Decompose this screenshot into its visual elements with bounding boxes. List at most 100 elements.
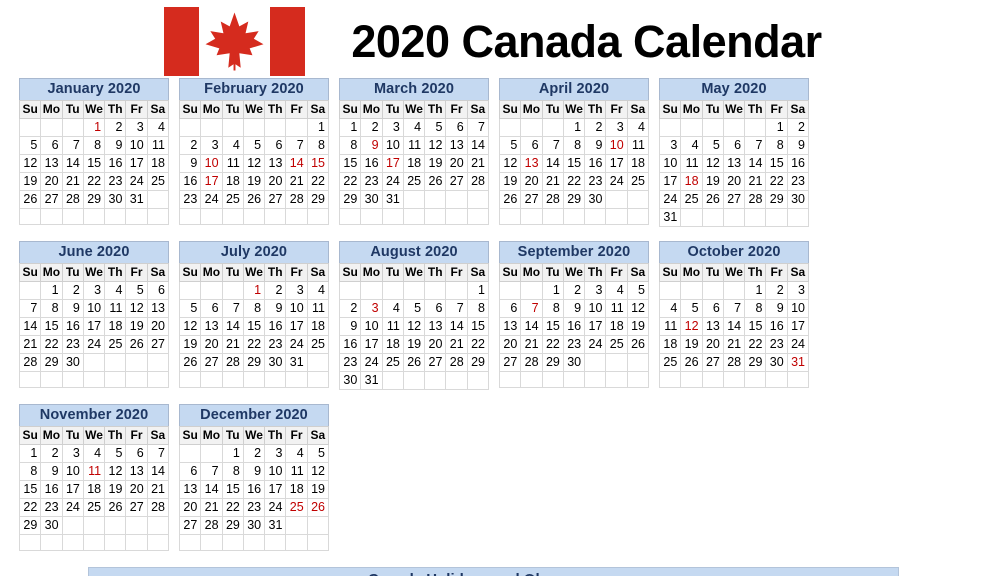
- day-cell[interactable]: 3: [125, 118, 148, 137]
- day-cell-holiday[interactable]: 7: [520, 299, 543, 318]
- day-cell[interactable]: 17: [786, 317, 810, 336]
- day-cell[interactable]: 12: [18, 154, 42, 173]
- day-cell[interactable]: 25: [381, 353, 404, 372]
- day-cell[interactable]: 4: [104, 281, 127, 300]
- day-cell[interactable]: 7: [722, 299, 746, 318]
- day-cell[interactable]: 4: [82, 444, 106, 463]
- day-cell[interactable]: 24: [360, 353, 383, 372]
- day-cell[interactable]: 30: [264, 353, 287, 372]
- day-cell[interactable]: 26: [402, 353, 426, 372]
- day-cell[interactable]: 2: [264, 281, 287, 300]
- day-cell[interactable]: 20: [445, 154, 468, 173]
- day-cell[interactable]: 23: [242, 498, 266, 517]
- day-cell[interactable]: 20: [40, 172, 63, 191]
- day-cell[interactable]: 29: [765, 190, 788, 209]
- day-cell[interactable]: 21: [285, 172, 308, 191]
- day-cell[interactable]: 27: [146, 335, 170, 354]
- day-cell[interactable]: 16: [584, 154, 607, 173]
- day-cell[interactable]: 23: [584, 172, 607, 191]
- day-cell[interactable]: 23: [360, 172, 383, 191]
- day-cell[interactable]: 23: [264, 335, 287, 354]
- day-cell[interactable]: 29: [562, 190, 586, 209]
- day-cell[interactable]: 4: [306, 281, 330, 300]
- day-cell[interactable]: 19: [18, 172, 42, 191]
- day-cell-holiday[interactable]: 31: [786, 353, 810, 372]
- day-cell[interactable]: 2: [104, 118, 127, 137]
- day-cell[interactable]: 10: [658, 154, 682, 173]
- day-cell[interactable]: 30: [40, 516, 63, 535]
- day-cell[interactable]: 8: [466, 299, 490, 318]
- day-cell[interactable]: 18: [285, 480, 308, 499]
- day-cell[interactable]: 28: [18, 353, 42, 372]
- day-cell[interactable]: 21: [520, 335, 543, 354]
- day-cell[interactable]: 2: [40, 444, 63, 463]
- day-cell[interactable]: 11: [104, 299, 127, 318]
- day-cell[interactable]: 24: [125, 172, 148, 191]
- day-cell[interactable]: 2: [584, 118, 607, 137]
- day-cell[interactable]: 25: [626, 172, 650, 191]
- day-cell[interactable]: 19: [498, 172, 522, 191]
- day-cell[interactable]: 29: [338, 190, 362, 209]
- day-cell[interactable]: 11: [658, 317, 682, 336]
- day-cell[interactable]: 16: [104, 154, 127, 173]
- day-cell[interactable]: 31: [125, 190, 148, 209]
- day-cell[interactable]: 21: [445, 335, 468, 354]
- day-cell[interactable]: 14: [744, 154, 767, 173]
- day-cell[interactable]: 15: [221, 480, 244, 499]
- day-cell[interactable]: 25: [104, 335, 127, 354]
- day-cell[interactable]: 23: [61, 335, 84, 354]
- day-cell[interactable]: 5: [701, 136, 724, 155]
- day-cell[interactable]: 28: [221, 353, 244, 372]
- day-cell[interactable]: 13: [722, 154, 746, 173]
- day-cell[interactable]: 30: [584, 190, 607, 209]
- day-cell[interactable]: 16: [786, 154, 810, 173]
- day-cell[interactable]: 21: [221, 335, 244, 354]
- day-cell[interactable]: 25: [605, 335, 628, 354]
- day-cell[interactable]: 4: [381, 299, 404, 318]
- day-cell[interactable]: 8: [541, 299, 564, 318]
- day-cell[interactable]: 9: [786, 136, 810, 155]
- day-cell[interactable]: 28: [445, 353, 468, 372]
- day-cell[interactable]: 23: [178, 190, 202, 209]
- day-cell[interactable]: 2: [338, 299, 362, 318]
- day-cell[interactable]: 1: [338, 118, 362, 137]
- day-cell[interactable]: 25: [658, 353, 682, 372]
- day-cell[interactable]: 24: [381, 172, 404, 191]
- day-cell[interactable]: 15: [466, 317, 490, 336]
- day-cell[interactable]: 1: [744, 281, 767, 300]
- day-cell[interactable]: 29: [221, 516, 244, 535]
- day-cell[interactable]: 11: [221, 154, 244, 173]
- day-cell[interactable]: 27: [701, 353, 724, 372]
- day-cell[interactable]: 6: [701, 299, 724, 318]
- day-cell[interactable]: 16: [40, 480, 63, 499]
- day-cell-holiday[interactable]: 9: [360, 136, 383, 155]
- day-cell[interactable]: 22: [744, 335, 767, 354]
- day-cell[interactable]: 30: [61, 353, 84, 372]
- day-cell[interactable]: 19: [626, 317, 650, 336]
- day-cell[interactable]: 10: [61, 462, 84, 481]
- day-cell[interactable]: 12: [104, 462, 127, 481]
- day-cell[interactable]: 8: [18, 462, 42, 481]
- day-cell[interactable]: 24: [786, 335, 810, 354]
- day-cell[interactable]: 13: [445, 136, 468, 155]
- day-cell[interactable]: 22: [242, 335, 266, 354]
- day-cell[interactable]: 9: [338, 317, 362, 336]
- day-cell[interactable]: 29: [82, 190, 106, 209]
- day-cell-holiday[interactable]: 17: [200, 172, 223, 191]
- day-cell[interactable]: 6: [520, 136, 543, 155]
- day-cell[interactable]: 12: [498, 154, 522, 173]
- day-cell[interactable]: 6: [178, 462, 202, 481]
- day-cell[interactable]: 9: [40, 462, 63, 481]
- day-cell[interactable]: 9: [264, 299, 287, 318]
- day-cell[interactable]: 28: [466, 172, 490, 191]
- day-cell[interactable]: 31: [381, 190, 404, 209]
- day-cell[interactable]: 1: [40, 281, 63, 300]
- day-cell[interactable]: 4: [285, 444, 308, 463]
- day-cell[interactable]: 7: [146, 444, 170, 463]
- day-cell[interactable]: 8: [338, 136, 362, 155]
- day-cell[interactable]: 12: [402, 317, 426, 336]
- day-cell[interactable]: 26: [626, 335, 650, 354]
- day-cell[interactable]: 21: [146, 480, 170, 499]
- day-cell[interactable]: 14: [520, 317, 543, 336]
- day-cell[interactable]: 30: [104, 190, 127, 209]
